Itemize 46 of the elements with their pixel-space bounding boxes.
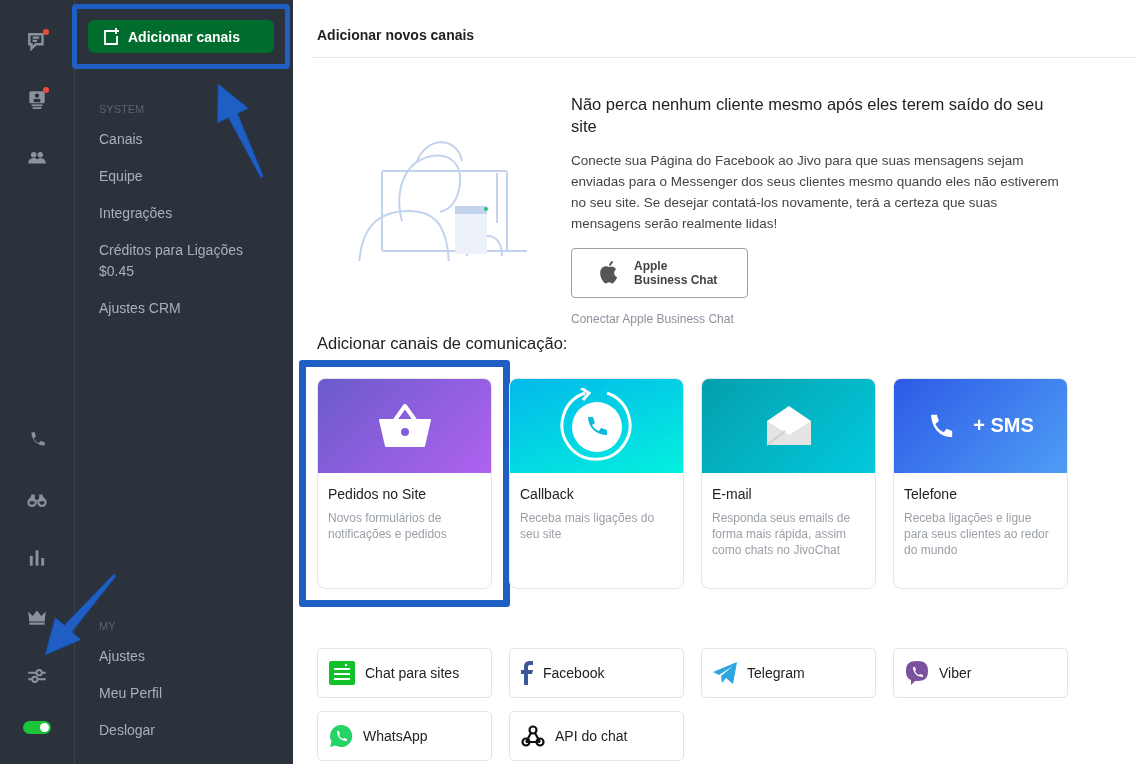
- facebook-icon: [521, 661, 533, 685]
- apple-icon: [598, 260, 620, 286]
- nav-item[interactable]: Equipe: [99, 166, 293, 187]
- envelope-icon: [765, 404, 812, 447]
- card-title: Pedidos no Site: [328, 486, 428, 502]
- channel-card[interactable]: Callback Receba mais ligações do seu site: [509, 378, 684, 589]
- channel-button[interactable]: Telegram: [701, 648, 876, 698]
- callback-phone-icon: [558, 387, 635, 464]
- sms-label: + SMS: [973, 414, 1034, 437]
- visitor-icon: [26, 89, 48, 111]
- nav-item[interactable]: Ajustes: [99, 646, 293, 667]
- paper-plane-icon: [713, 662, 737, 684]
- channel-button[interactable]: Viber: [893, 648, 1068, 698]
- whatsapp-icon: [329, 724, 353, 748]
- add-box-icon: [102, 27, 120, 46]
- card-title: Callback: [520, 486, 575, 502]
- card-description: Responda seus emails de forma mais rápida, assim como chats no JivoChat: [712, 510, 852, 558]
- nav-item[interactable]: Canais: [99, 129, 293, 150]
- nav-item[interactable]: Deslogar: [99, 720, 293, 741]
- card-description: Receba ligações e ligue para seus clientes ao redor do mundo: [904, 510, 1050, 558]
- channel-card[interactable]: E-mail Responda seus emails de forma mais rápida, assim como chats no JivoChat: [701, 378, 876, 589]
- channel-button[interactable]: API do chat: [509, 711, 684, 761]
- card-title: E-mail: [712, 486, 753, 502]
- viber-icon: [905, 660, 929, 686]
- apple-business-chat-button[interactable]: Apple Business Chat: [571, 248, 748, 298]
- channel-button[interactable]: Facebook: [509, 648, 684, 698]
- card-title: Telefone: [904, 486, 958, 502]
- nav-item[interactable]: Meu Perfil: [99, 683, 293, 704]
- status-toggle[interactable]: [23, 721, 51, 734]
- nav-item[interactable]: Ajustes CRM: [99, 298, 293, 319]
- channel-button[interactable]: Chat para sites: [317, 648, 492, 698]
- nav-item[interactable]: Integrações: [99, 203, 293, 224]
- add-channels-button[interactable]: Adicionar canais: [88, 20, 274, 53]
- channel-card[interactable]: Pedidos no Site Novos formulários de notificações e pedidos: [317, 378, 492, 589]
- nav-item[interactable]: Créditos para Ligações $0.45: [99, 240, 293, 282]
- channel-button[interactable]: WhatsApp: [317, 711, 492, 761]
- page-title: Adicionar novos canais: [312, 0, 1136, 58]
- basket-icon: [378, 403, 431, 448]
- card-description: Receba mais ligações do seu site: [520, 510, 656, 542]
- chat-widget-icon: [329, 661, 355, 685]
- card-description: Novos formulários de notificações e pedidos: [328, 510, 448, 542]
- section-heading: Adicionar canais de comunicação:: [317, 334, 569, 353]
- webhook-icon: [521, 725, 545, 747]
- channel-card[interactable]: + SMS Telefone Receba ligações e ligue para seus clientes ao redor do mundo: [893, 378, 1068, 589]
- promo-heading: Não perca nenhum cliente mesmo após eles terem saído do seu site: [571, 94, 1045, 137]
- promo-description: Conecte sua Página do Facebook ao Jivo para que suas mensagens sejam enviadas para o Messenger dos seus clientes mesmo quando eles não estiverem no seu site. Se desejar contatá-los novamente, terá a certeza que suas mensagens serão realmente lidas!: [571, 152, 1060, 233]
